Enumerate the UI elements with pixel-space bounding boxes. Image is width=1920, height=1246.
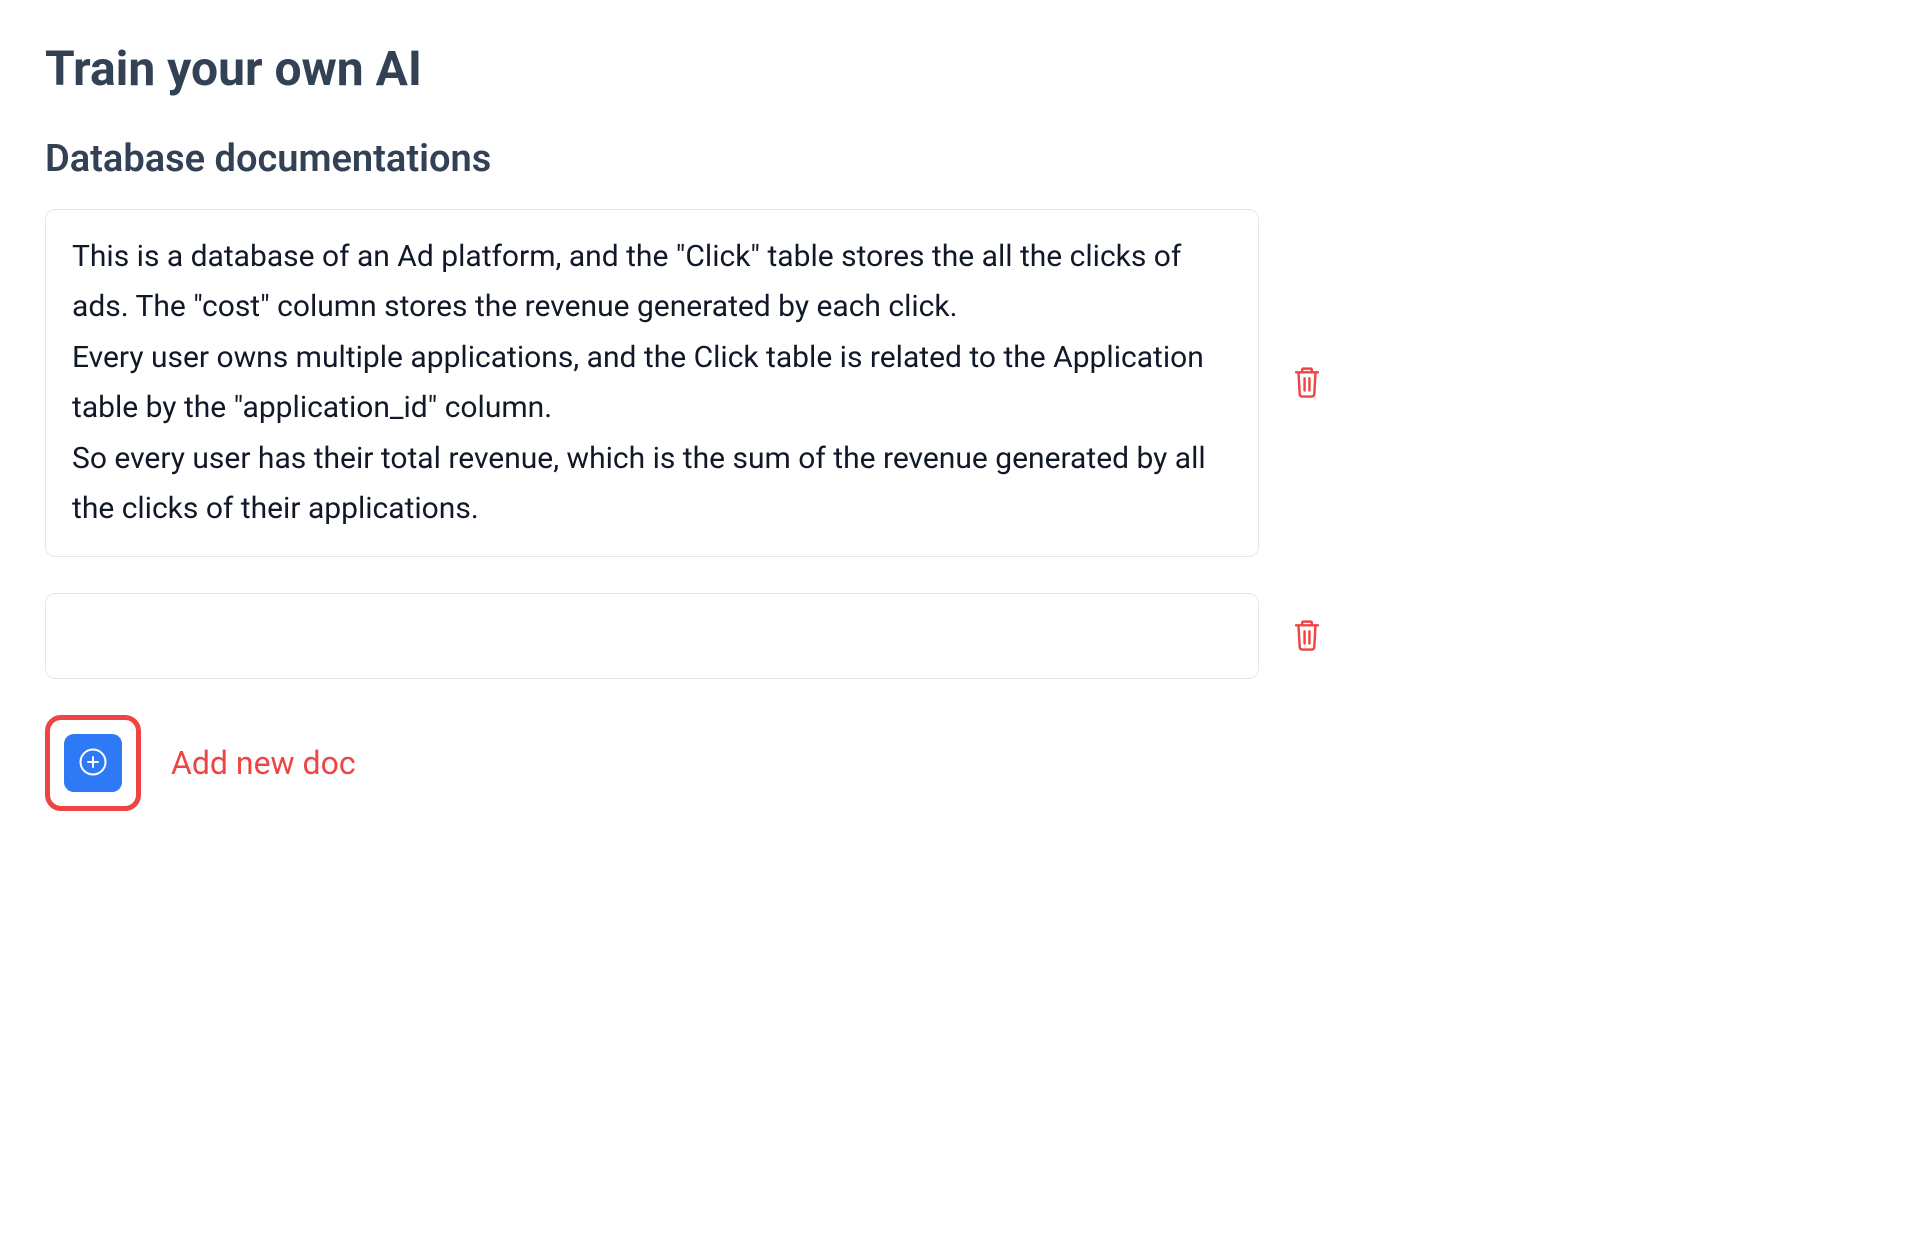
delete-doc-button[interactable] (1287, 616, 1327, 656)
trash-icon (1292, 618, 1322, 655)
doc-card[interactable]: This is a database of an Ad platform, an… (45, 209, 1259, 557)
add-doc-label: Add new doc (171, 744, 356, 782)
section-title: Database documentations (45, 137, 1875, 181)
doc-card-empty[interactable] (45, 593, 1259, 679)
doc-content: This is a database of an Ad platform, an… (72, 239, 1206, 526)
trash-icon (1292, 365, 1322, 402)
page-root: Train your own AI Database documentation… (0, 0, 1920, 851)
add-doc-highlight (45, 715, 141, 811)
delete-doc-button[interactable] (1287, 363, 1327, 403)
add-doc-button[interactable] (64, 734, 122, 792)
add-doc-row: Add new doc (45, 715, 1875, 811)
doc-row: This is a database of an Ad platform, an… (45, 209, 1875, 557)
doc-row (45, 593, 1875, 679)
plus-circle-icon (78, 747, 108, 780)
page-title: Train your own AI (45, 40, 1875, 97)
